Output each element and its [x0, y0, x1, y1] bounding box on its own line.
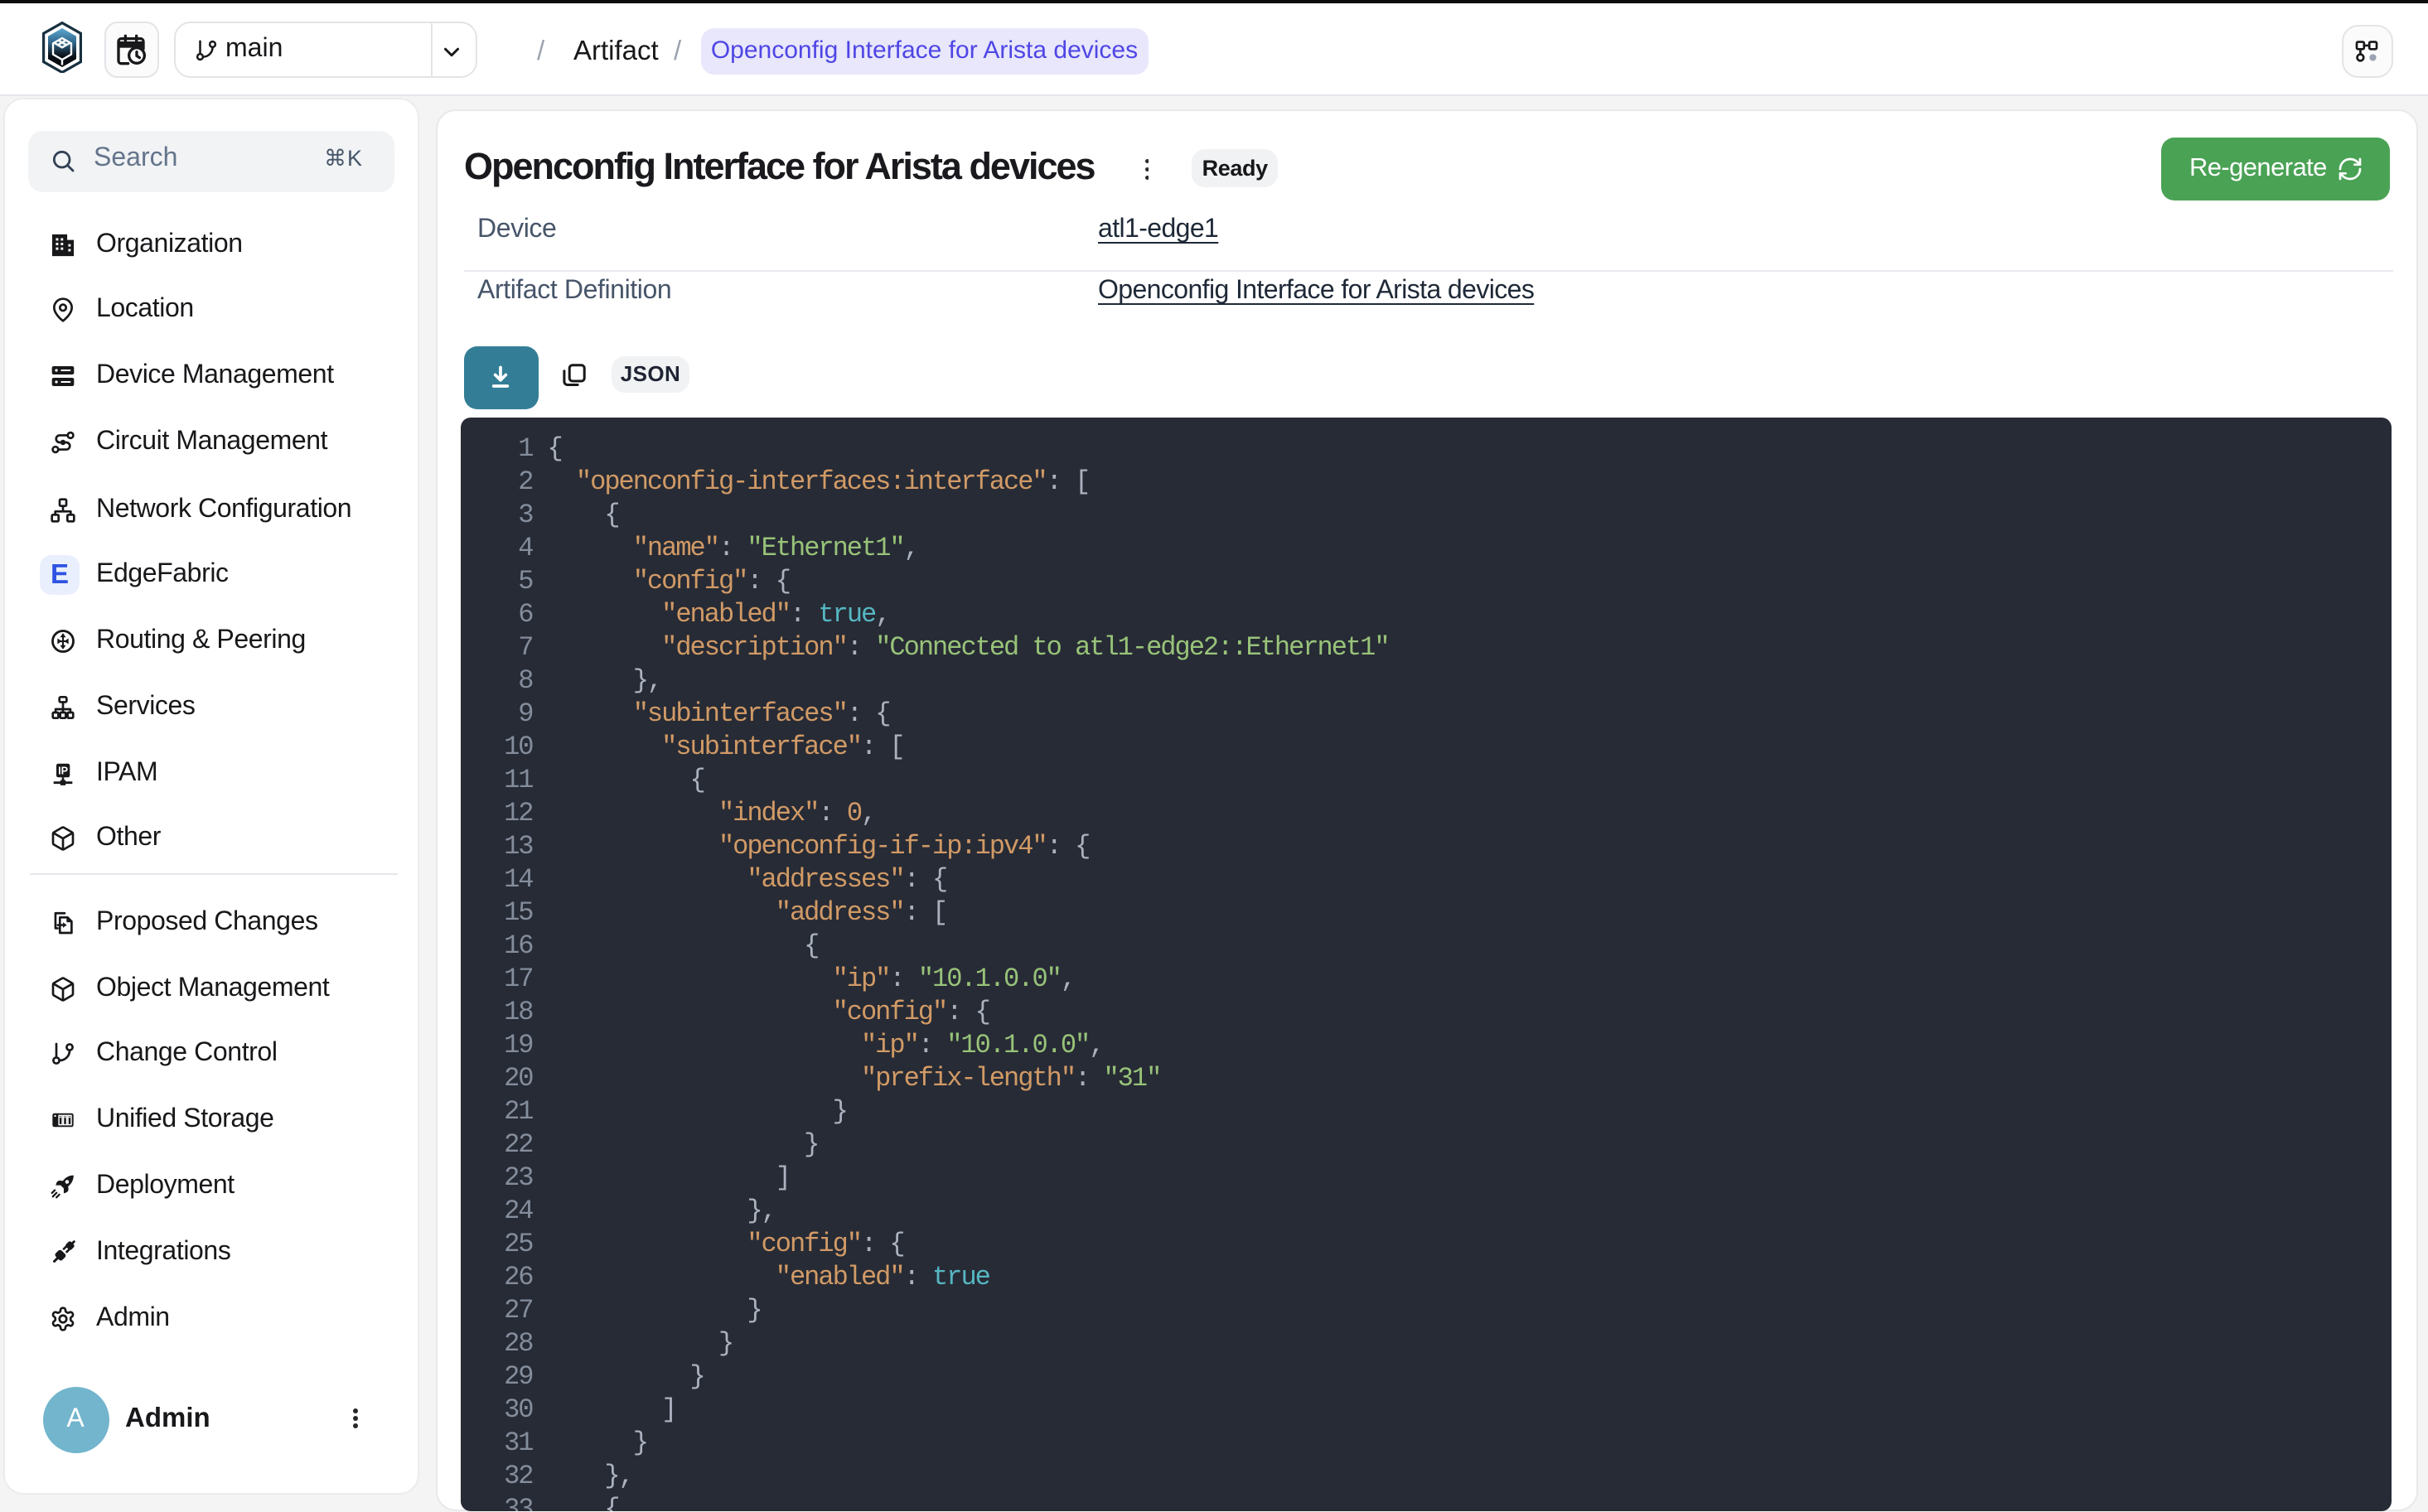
- svg-text:IP: IP: [57, 766, 68, 777]
